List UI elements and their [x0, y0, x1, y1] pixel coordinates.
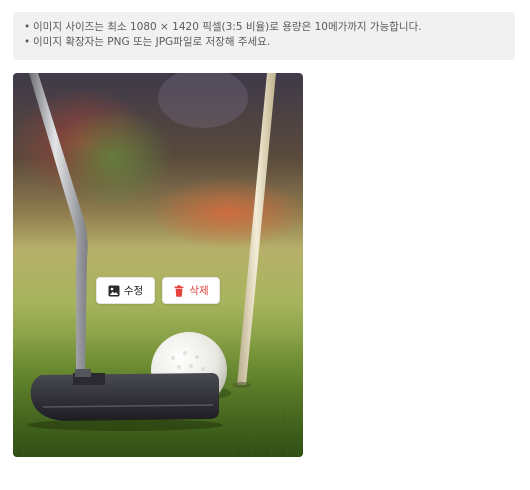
upload-guidelines: • 이미지 사이즈는 최소 1080 × 1420 픽셀(3:5 비율)로 용량은…: [13, 12, 515, 60]
bullet: •: [24, 36, 31, 48]
image-icon: [108, 285, 120, 297]
bullet: •: [24, 21, 31, 33]
edit-image-button[interactable]: 수정: [96, 277, 155, 304]
guideline-text-format: 이미지 확장자는 PNG 또는 JPG파일로 저장해 주세요.: [33, 36, 271, 48]
guideline-item: • 이미지 확장자는 PNG 또는 JPG파일로 저장해 주세요.: [24, 35, 515, 50]
edit-button-label: 수정: [123, 285, 144, 297]
delete-image-button[interactable]: 삭제: [162, 277, 220, 304]
image-upload-panel: • 이미지 사이즈는 최소 1080 × 1420 픽셀(3:5 비율)로 용량은…: [0, 0, 530, 490]
uploaded-image-preview: [13, 73, 303, 457]
guideline-item: • 이미지 사이즈는 최소 1080 × 1420 픽셀(3:5 비율)로 용량은…: [24, 20, 515, 35]
guideline-text-size: 이미지 사이즈는 최소 1080 × 1420 픽셀(3:5 비율)로 용량은 …: [33, 21, 422, 33]
golf-photo: [13, 73, 303, 457]
trash-icon: [173, 284, 185, 297]
delete-button-label: 삭제: [189, 285, 209, 297]
